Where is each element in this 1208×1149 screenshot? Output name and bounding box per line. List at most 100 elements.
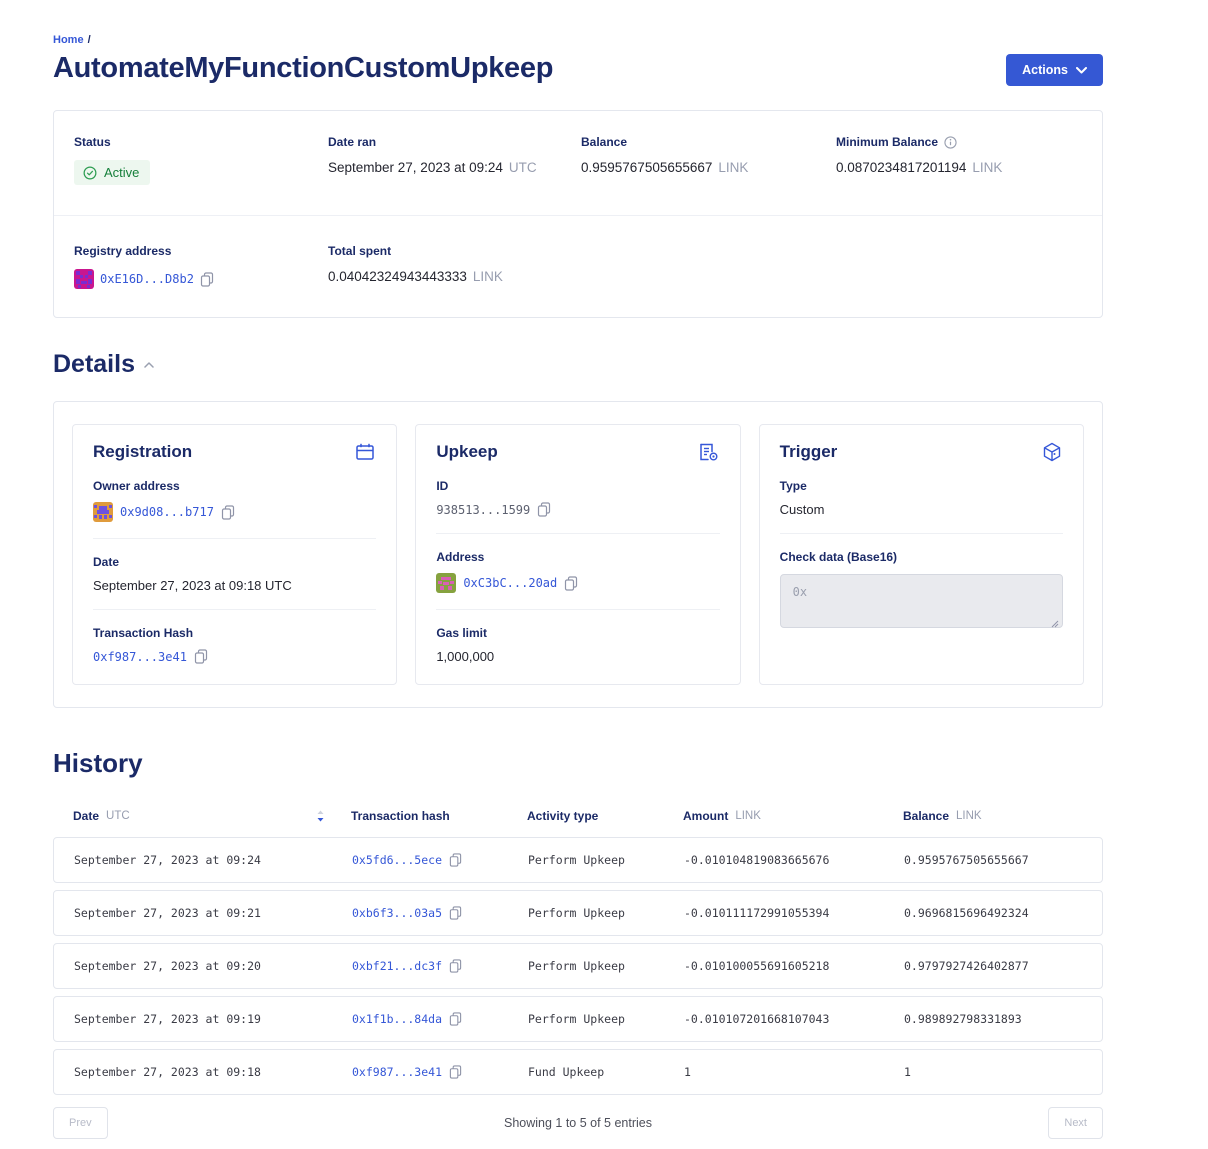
min-balance-label: Minimum Balance — [836, 135, 938, 149]
balance-label: Balance — [581, 135, 836, 149]
check-data-textarea[interactable] — [780, 574, 1063, 628]
row-tx-link[interactable]: 0xbf21...dc3f — [352, 959, 442, 973]
collapse-caret-icon[interactable] — [144, 362, 154, 368]
row-date: September 27, 2023 at 09:18 — [74, 1065, 352, 1079]
row-balance: 0.9595767505655667 — [904, 853, 1102, 867]
registration-card: Registration Owner address 0x9d08...b717… — [72, 424, 397, 685]
table-row: September 27, 2023 at 09:18 0xf987...3e4… — [53, 1049, 1103, 1095]
upkeep-id-label: ID — [436, 479, 719, 493]
prev-button[interactable]: Prev — [53, 1107, 108, 1139]
balance-field: Balance 0.9595767505655667LINK — [581, 135, 836, 185]
breadcrumb-home-link[interactable]: Home — [53, 34, 84, 46]
history-table-header: Date UTC Transaction hash Activity type … — [53, 793, 1103, 837]
table-row: September 27, 2023 at 09:19 0x1f1b...84d… — [53, 996, 1103, 1042]
history-table: Date UTC Transaction hash Activity type … — [53, 793, 1103, 1095]
table-row: September 27, 2023 at 09:24 0x5fd6...5ec… — [53, 837, 1103, 883]
row-activity: Perform Upkeep — [528, 853, 684, 867]
sort-descending-icon[interactable] — [316, 810, 325, 822]
check-data-label: Check data (Base16) — [780, 550, 1063, 564]
details-panel: Registration Owner address 0x9d08...b717… — [53, 401, 1103, 708]
column-header-transaction-hash[interactable]: Transaction hash — [351, 809, 527, 823]
row-tx-link[interactable]: 0xf987...3e41 — [352, 1065, 442, 1079]
document-gear-icon — [697, 441, 720, 463]
upkeep-address-link[interactable]: 0xC3bC...20ad — [463, 576, 557, 590]
row-tx-link[interactable]: 0x1f1b...84da — [352, 1012, 442, 1026]
registry-avatar — [74, 269, 94, 289]
row-activity: Perform Upkeep — [528, 959, 684, 973]
row-amount: -0.010100055691605218 — [684, 959, 904, 973]
trigger-type-value: Custom — [780, 502, 1063, 517]
calendar-icon — [354, 441, 376, 463]
copy-icon[interactable] — [449, 906, 462, 920]
date-ran-field: Date ran September 27, 2023 at 09:24UTC — [328, 135, 581, 185]
copy-icon[interactable] — [564, 576, 578, 591]
date-ran-label: Date ran — [328, 135, 581, 149]
check-circle-icon — [83, 166, 97, 180]
row-balance: 1 — [904, 1065, 1102, 1079]
pagination-summary: Showing 1 to 5 of 5 entries — [108, 1116, 1049, 1130]
page-title: AutomateMyFunctionCustomUpkeep — [53, 52, 553, 85]
registry-address-link[interactable]: 0xE16D...D8b2 — [100, 272, 194, 286]
total-spent-label: Total spent — [328, 244, 581, 258]
actions-button[interactable]: Actions — [1006, 54, 1103, 86]
copy-icon[interactable] — [449, 959, 462, 973]
copy-icon[interactable] — [194, 649, 208, 664]
summary-card: Status Active Date ran September 27, 202… — [53, 110, 1103, 318]
row-date: September 27, 2023 at 09:21 — [74, 906, 352, 920]
min-balance-value: 0.0870234817201194 — [836, 160, 966, 175]
status-value: Active — [104, 165, 139, 180]
column-header-activity-type[interactable]: Activity type — [527, 809, 683, 823]
min-balance-unit: LINK — [972, 160, 1002, 175]
row-activity: Perform Upkeep — [528, 1012, 684, 1026]
row-date: September 27, 2023 at 09:19 — [74, 1012, 352, 1026]
row-date: September 27, 2023 at 09:20 — [74, 959, 352, 973]
page: Home/ AutomateMyFunctionCustomUpkeep Act… — [0, 0, 1208, 1149]
column-header-amount[interactable]: AmountLINK — [683, 809, 903, 823]
copy-icon[interactable] — [221, 505, 235, 520]
resize-handle-icon[interactable] — [1051, 620, 1059, 628]
status-badge: Active — [74, 160, 150, 185]
info-icon[interactable] — [944, 136, 957, 149]
copy-icon[interactable] — [449, 1012, 462, 1026]
row-amount: -0.010107201668107043 — [684, 1012, 904, 1026]
transaction-hash-link[interactable]: 0xf987...3e41 — [93, 650, 187, 664]
upkeep-title: Upkeep — [436, 442, 497, 462]
row-activity: Perform Upkeep — [528, 906, 684, 920]
table-row: September 27, 2023 at 09:20 0xbf21...dc3… — [53, 943, 1103, 989]
chevron-down-icon — [1076, 67, 1087, 74]
column-header-date[interactable]: Date UTC — [73, 809, 351, 823]
row-tx-link[interactable]: 0xb6f3...03a5 — [352, 906, 442, 920]
owner-avatar — [93, 502, 113, 522]
next-button[interactable]: Next — [1048, 1107, 1103, 1139]
table-row: September 27, 2023 at 09:21 0xb6f3...03a… — [53, 890, 1103, 936]
row-amount: -0.010111172991055394 — [684, 906, 904, 920]
row-tx-link[interactable]: 0x5fd6...5ece — [352, 853, 442, 867]
owner-address-label: Owner address — [93, 479, 376, 493]
transaction-hash-label: Transaction Hash — [93, 626, 376, 640]
actions-button-label: Actions — [1022, 63, 1068, 77]
owner-address-link[interactable]: 0x9d08...b717 — [120, 505, 214, 519]
status-field: Status Active — [74, 135, 328, 185]
copy-icon[interactable] — [449, 1065, 462, 1079]
row-date: September 27, 2023 at 09:24 — [74, 853, 352, 867]
min-balance-field: Minimum Balance 0.0870234817201194 LINK — [836, 135, 1082, 185]
upkeep-card: Upkeep ID 938513...1599 Address 0xC3bC..… — [415, 424, 740, 685]
status-label: Status — [74, 135, 328, 149]
registration-date-label: Date — [93, 555, 376, 569]
total-spent-field: Total spent 0.04042324943443333LINK — [328, 244, 581, 289]
pagination: Prev Showing 1 to 5 of 5 entries Next — [53, 1107, 1103, 1139]
date-ran-unit: UTC — [509, 160, 537, 175]
row-amount: 1 — [684, 1065, 904, 1079]
details-section-title: Details — [53, 350, 135, 379]
copy-icon[interactable] — [537, 502, 551, 517]
total-spent-value: 0.04042324943443333 — [328, 269, 467, 284]
balance-value: 0.9595767505655667 — [581, 160, 712, 175]
copy-icon[interactable] — [449, 853, 462, 867]
registration-date-value: September 27, 2023 at 09:18 UTC — [93, 578, 376, 593]
column-header-balance[interactable]: BalanceLINK — [903, 809, 1103, 823]
registry-label: Registry address — [74, 244, 328, 258]
registration-title: Registration — [93, 442, 192, 462]
gas-limit-value: 1,000,000 — [436, 649, 719, 664]
copy-icon[interactable] — [200, 272, 214, 287]
trigger-type-label: Type — [780, 479, 1063, 493]
